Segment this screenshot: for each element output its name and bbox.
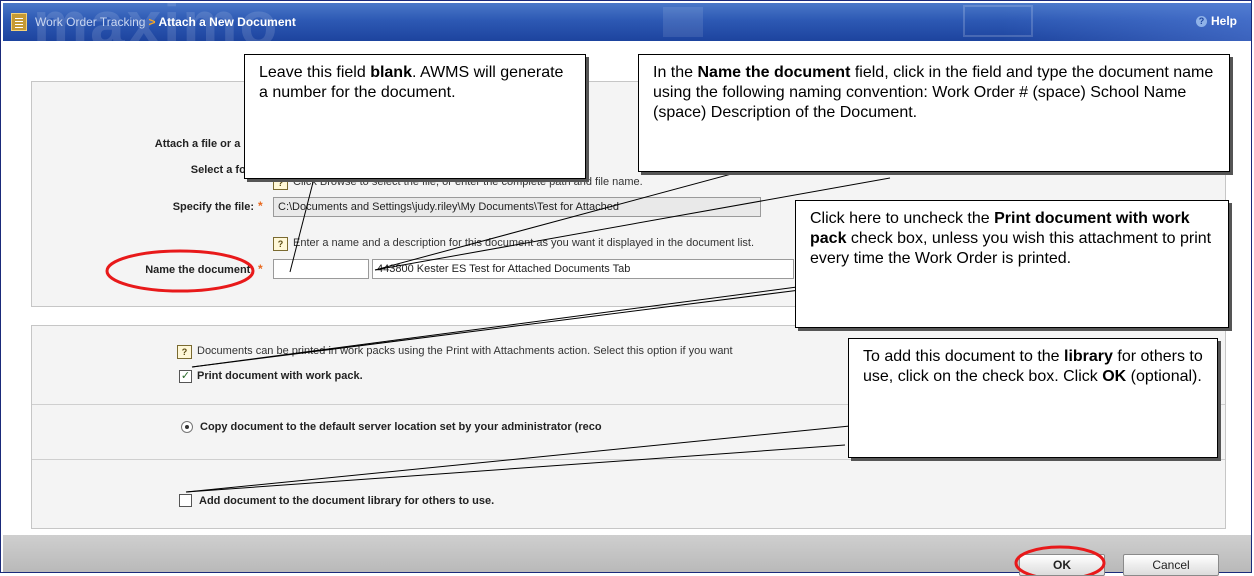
callout-pointer-library [185, 424, 861, 493]
callout-blank-field: Leave this field blank. AWMS will genera… [244, 54, 586, 179]
name-label-highlight [105, 249, 255, 293]
callout-pointer-print [191, 279, 851, 368]
callout-print-uncheck: Click here to uncheck the Print document… [795, 200, 1229, 328]
ok-button-highlight [1014, 545, 1106, 575]
callout-name-document: In the Name the document field, click in… [638, 54, 1230, 172]
callout-library-add: To add this document to the library for … [848, 338, 1218, 458]
